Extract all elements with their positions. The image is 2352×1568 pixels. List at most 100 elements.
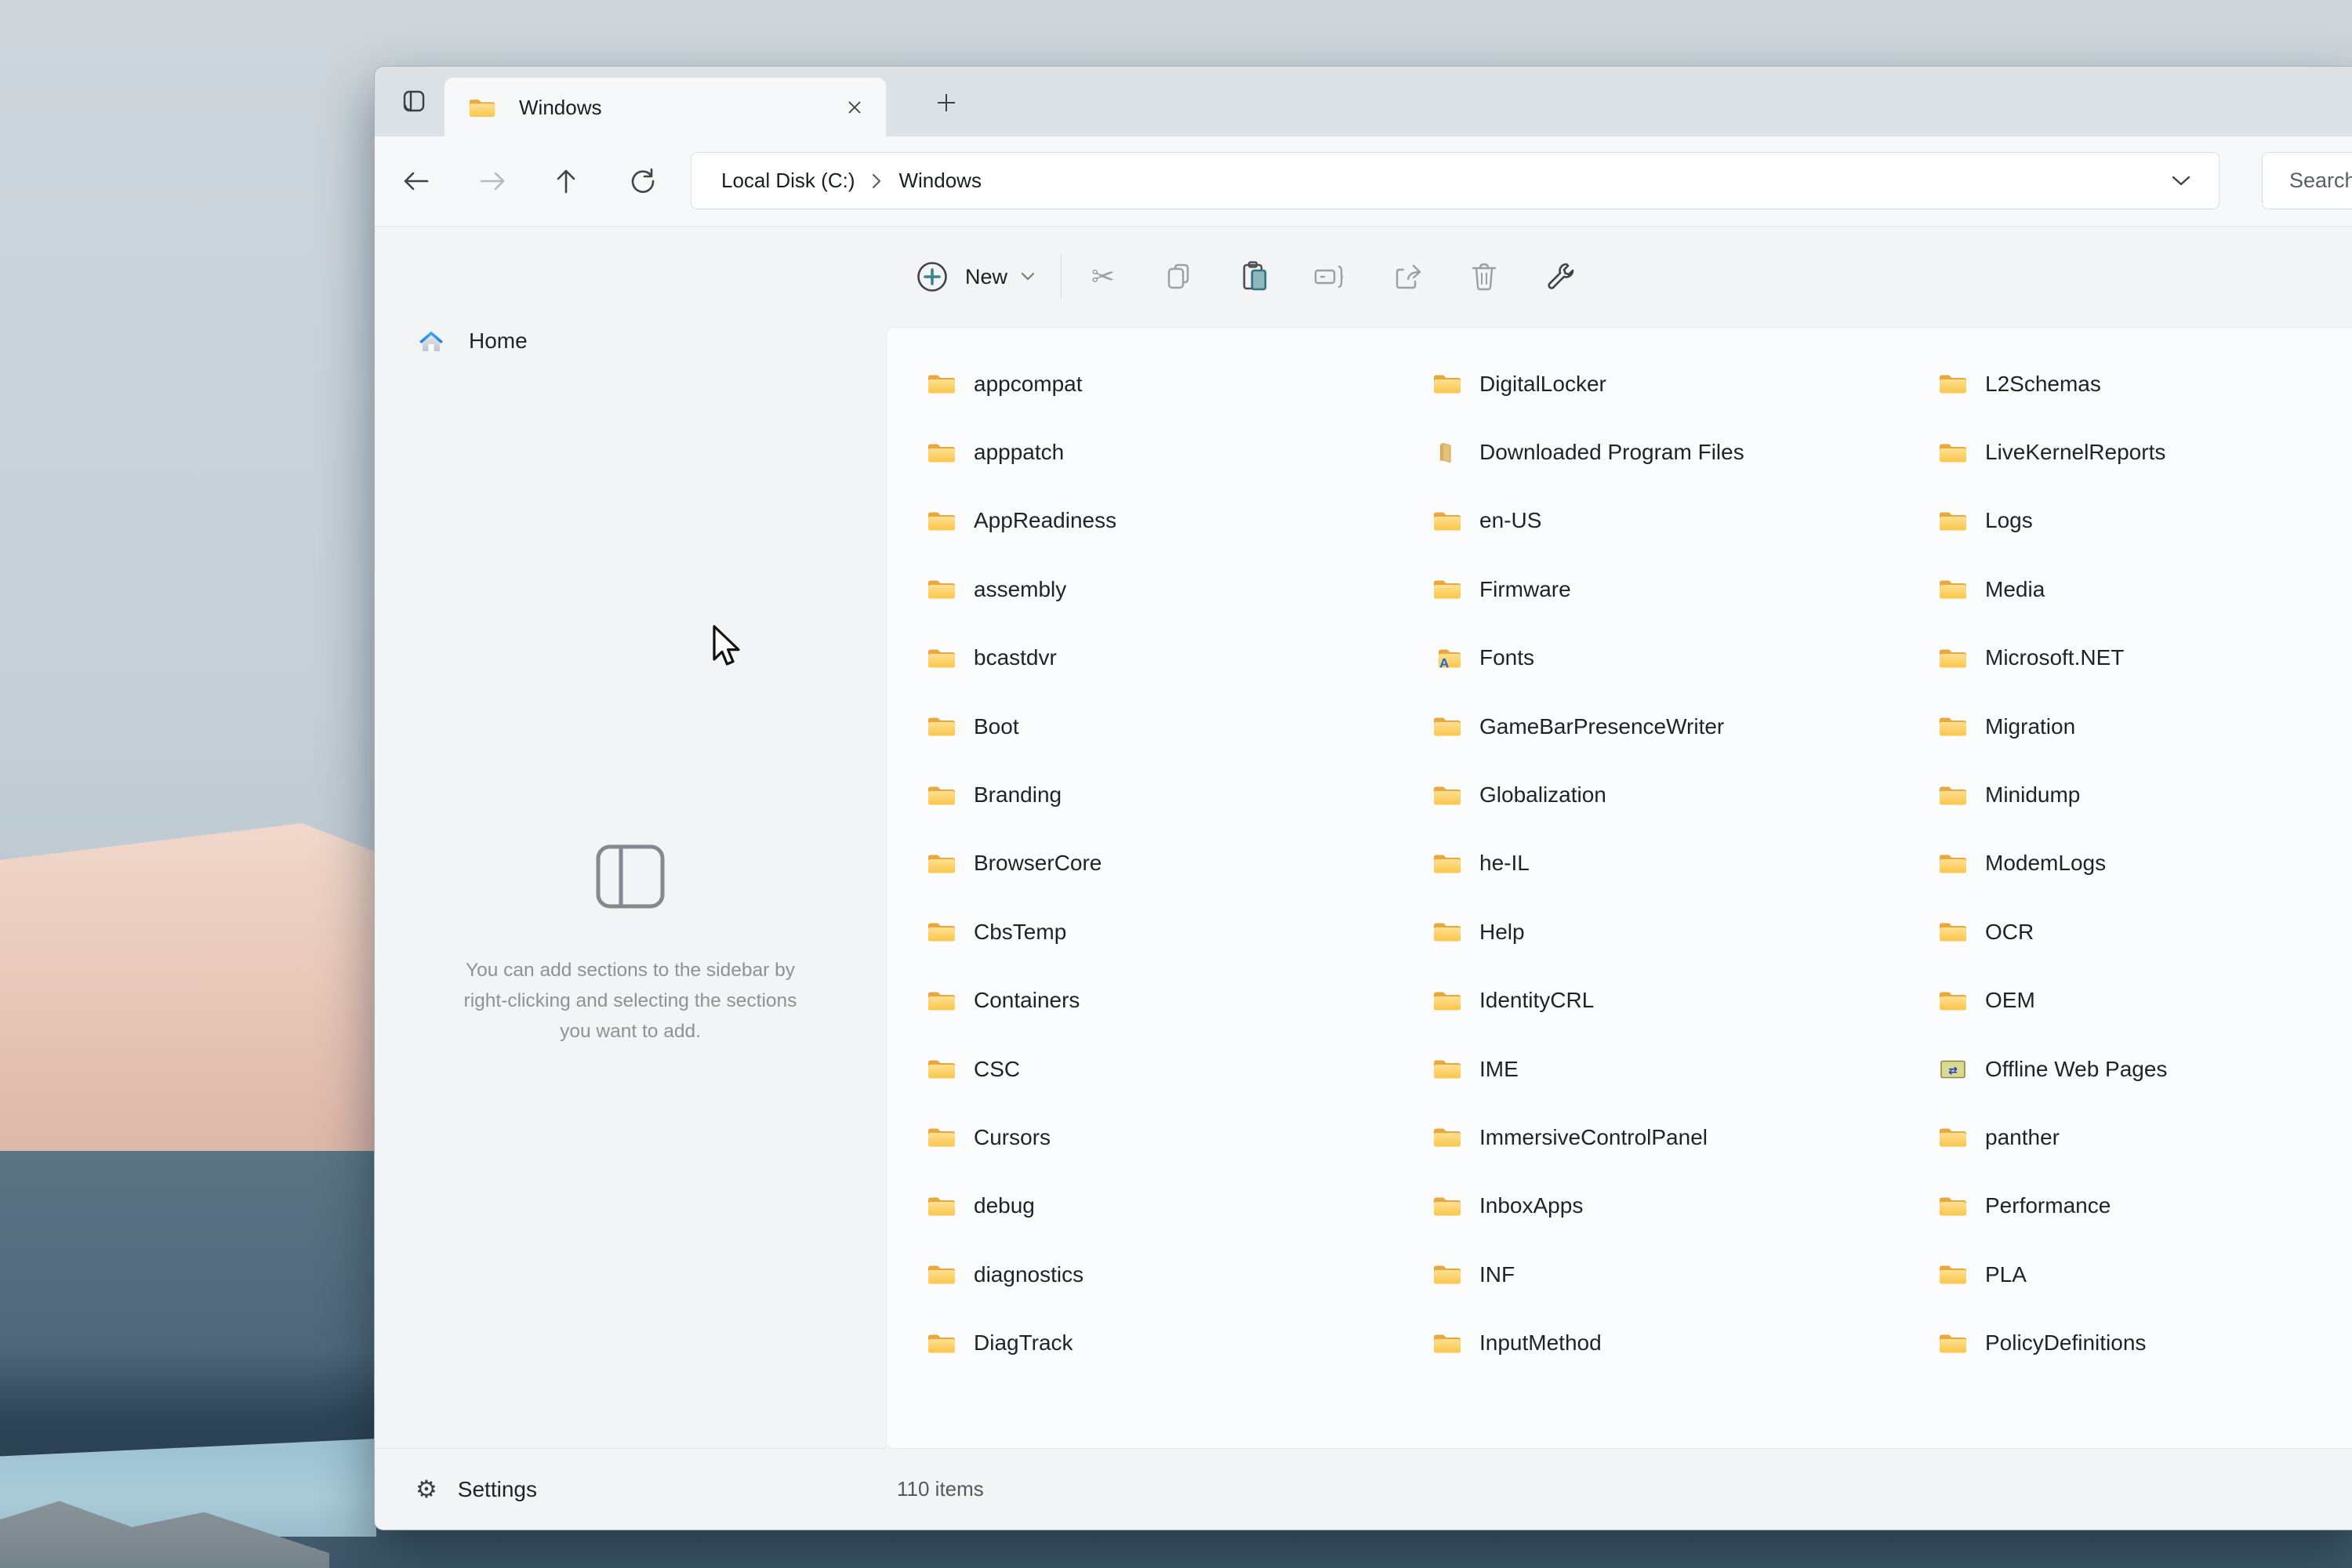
file-item[interactable]: Minidump [1938,760,2099,829]
file-item[interactable]: Migration [1938,692,2094,760]
file-item[interactable]: DigitalLocker [1432,350,1625,418]
file-item[interactable]: Branding [927,760,1080,829]
file-item[interactable]: debug [927,1172,1054,1240]
navigation-bar: Local Disk (C:) Windows [375,136,2352,227]
wrench-icon [1545,261,1577,292]
breadcrumb-folder[interactable]: Windows [891,164,989,198]
tab-strip: Windows [375,67,2352,136]
file-item[interactable]: CSC [927,1035,1039,1103]
file-item[interactable]: Performance [1938,1172,2129,1240]
new-tab-button[interactable] [928,85,964,121]
file-item[interactable]: Firmware [1432,555,1590,623]
file-item[interactable]: Logs [1938,487,2052,555]
up-button[interactable] [544,159,588,203]
file-item[interactable]: InboxApps [1432,1172,1602,1240]
close-icon [846,99,863,116]
file-name: diagnostics [974,1262,1083,1287]
new-plus-icon [915,260,949,294]
address-bar[interactable]: Local Disk (C:) Windows [691,152,2220,209]
file-item[interactable]: Globalization [1432,760,1625,829]
home-icon [417,328,445,354]
tab-windows[interactable]: Windows [445,78,886,137]
file-item[interactable]: Downloaded Program Files [1432,418,1763,486]
folder-icon [927,783,956,808]
file-name: IdentityCRL [1479,988,1594,1013]
paste-button[interactable] [1232,253,1279,300]
folder-icon [1432,783,1462,808]
rename-button[interactable] [1306,253,1353,300]
sidebar-item-home[interactable]: Home [394,315,867,367]
new-dropdown-chevron-icon [1020,271,1036,282]
file-item[interactable]: InputMethod [1432,1308,1621,1377]
file-name: bcastdvr [974,645,1057,670]
file-item[interactable]: L2Schemas [1938,350,2120,418]
file-item[interactable]: en-US [1432,487,1560,555]
delete-button[interactable] [1461,253,1508,300]
file-item[interactable]: AFonts [1432,624,1553,692]
folder-icon [927,577,956,601]
file-item[interactable]: INF [1432,1240,1534,1308]
forward-button[interactable] [470,159,514,203]
file-item[interactable]: Microsoft.NET [1938,624,2143,692]
file-item[interactable]: diagnostics [927,1240,1102,1308]
file-name: L2Schemas [1985,372,2101,397]
file-item[interactable]: IdentityCRL [1432,967,1613,1035]
file-name: apppatch [974,440,1064,465]
file-item[interactable]: OEM [1938,967,2054,1035]
file-item[interactable]: ImmersiveControlPanel [1432,1103,1726,1171]
share-button[interactable] [1385,253,1432,300]
folder-icon [927,989,956,1013]
file-item[interactable]: assembly [927,555,1085,623]
folder-icon [1432,372,1462,396]
folder-icon [927,851,956,876]
cut-button[interactable]: ✂ [1080,253,1127,300]
file-item[interactable]: PolicyDefinitions [1938,1308,2165,1377]
search-box[interactable] [2262,152,2352,209]
folder-icon [927,509,956,533]
breadcrumb-drive[interactable]: Local Disk (C:) [713,164,862,198]
file-item[interactable]: he-IL [1432,829,1548,898]
file-item[interactable]: OCR [1938,898,2053,966]
folder-icon [1432,920,1462,944]
file-item[interactable]: Media [1938,555,2063,623]
sidebar-item-settings[interactable]: ⚙ Settings [375,1448,886,1530]
file-item[interactable]: BrowserCore [927,829,1120,898]
file-item[interactable]: appcompat [927,350,1102,418]
file-item[interactable]: PLA [1938,1240,2045,1308]
file-item[interactable]: Help [1432,898,1544,966]
file-item[interactable]: Boot [927,692,1038,760]
file-item[interactable]: apppatch [927,418,1083,486]
file-item[interactable]: ModemLogs [1938,829,2125,898]
sidebar-empty-state: You can add sections to the sidebar by r… [375,843,886,1047]
properties-button[interactable] [1537,253,1584,300]
sidebar-empty-message: You can add sections to the sidebar by r… [375,955,886,1047]
address-dropdown-button[interactable] [2165,169,2197,193]
copy-button[interactable] [1156,253,1203,300]
file-item[interactable]: DiagTrack [927,1308,1092,1377]
file-item[interactable]: IME [1432,1035,1537,1103]
file-item[interactable]: Cursors [927,1103,1069,1171]
file-item[interactable]: bcastdvr [927,624,1076,692]
toolbar-divider [1061,254,1062,299]
up-arrow-icon [554,168,578,194]
toggle-pane-button[interactable] [393,80,435,122]
file-item[interactable]: GameBarPresenceWriter [1432,692,1743,760]
folder-icon [927,441,956,465]
back-button[interactable] [394,159,438,203]
folder-icon [1938,577,1968,601]
file-item[interactable]: LiveKernelReports [1938,418,2184,486]
file-item[interactable]: ⇄Offline Web Pages [1938,1035,2186,1103]
refresh-button[interactable] [621,159,665,203]
file-item[interactable]: panther [1938,1103,2078,1171]
tab-close-button[interactable] [840,93,869,122]
file-name: Globalization [1479,782,1606,808]
file-item[interactable]: AppReadiness [927,487,1135,555]
file-name: Migration [1985,714,2075,739]
search-input[interactable] [2288,168,2352,194]
new-button[interactable]: New [901,249,1050,305]
content-area: New ✂ [886,227,2352,1530]
file-name: GameBarPresenceWriter [1479,714,1724,739]
file-item[interactable]: CbsTemp [927,898,1085,966]
file-item[interactable]: Containers [927,967,1098,1035]
folder-fonts-icon: A [1432,646,1462,670]
